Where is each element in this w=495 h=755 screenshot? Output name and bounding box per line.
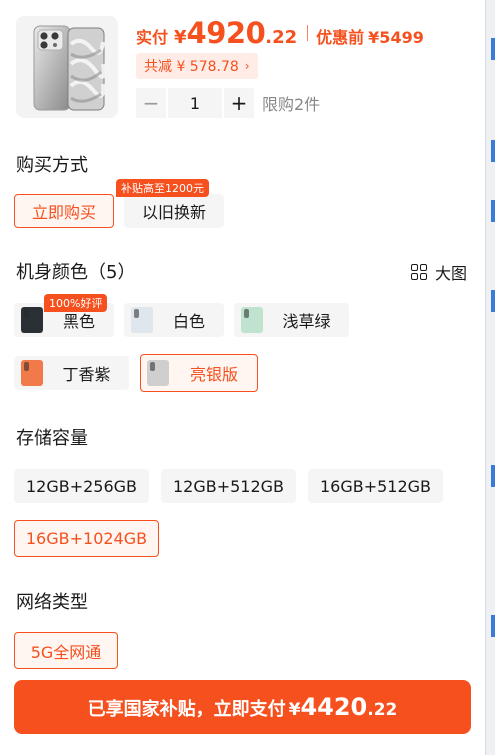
pay-now-button[interactable]: 已享国家补贴，立即支付 ¥ 4420 .22 xyxy=(14,680,471,734)
color-option-white[interactable]: 白色 xyxy=(124,303,224,337)
option-buy-now[interactable]: 立即购买 xyxy=(14,194,114,228)
pay-button-label: 已享国家补贴，立即支付 xyxy=(87,699,286,720)
edge-marker xyxy=(491,615,495,637)
before-discount-label: 优惠前 xyxy=(316,28,365,47)
purchase-method-title: 购买方式 xyxy=(16,155,88,176)
discount-detail-tag[interactable]: 共减 ¥ 578.78 › xyxy=(136,53,258,79)
color-label: 浅草绿 xyxy=(282,312,331,331)
purchase-limit: 限购2件 xyxy=(262,95,321,114)
edge-marker xyxy=(491,140,495,162)
price-line: 实付 ¥ 4920 .22 优惠前 ¥5499 xyxy=(136,16,424,50)
storage-section-title: 存储容量 xyxy=(16,428,88,449)
option-trade-in[interactable]: 以旧换新 xyxy=(124,194,224,228)
phone-image xyxy=(33,25,106,111)
pay-price-integer: 4420 xyxy=(300,693,368,721)
grid-icon xyxy=(410,264,427,280)
subsidy-badge: 补贴高至1200元 xyxy=(116,179,209,197)
quantity-input[interactable]: 1 xyxy=(168,88,222,118)
rating-badge: 100%好评 xyxy=(44,294,108,312)
color-option-silver[interactable]: 亮银版 xyxy=(140,354,258,392)
increase-button[interactable]: + xyxy=(224,88,254,118)
color-section-title: 机身颜色（5） xyxy=(16,262,136,283)
quantity-stepper: − 1 + 限购2件 xyxy=(136,88,320,118)
pay-price-decimal: .22 xyxy=(367,700,398,720)
big-picture-label: 大图 xyxy=(434,264,467,283)
edge-marker xyxy=(491,465,495,487)
storage-option-16-512[interactable]: 16GB+512GB xyxy=(308,469,443,503)
phone-swatch-icon xyxy=(21,307,43,333)
discount-text: 共减 ¥ 578.78 xyxy=(144,59,239,75)
edge-marker xyxy=(491,200,495,222)
price-divider xyxy=(307,25,309,41)
phone-swatch-icon xyxy=(131,307,153,333)
network-option-5g[interactable]: 5G全网通 xyxy=(14,632,118,669)
color-label: 白色 xyxy=(172,312,205,331)
network-section-title: 网络类型 xyxy=(16,592,88,613)
chevron-right-icon: › xyxy=(244,59,250,73)
paid-label: 实付 xyxy=(136,28,169,47)
phone-swatch-icon xyxy=(21,360,43,386)
product-thumbnail[interactable] xyxy=(16,16,118,118)
color-option-purple[interactable]: 丁香紫 xyxy=(14,356,129,390)
color-label: 亮银版 xyxy=(189,365,238,384)
edge-marker xyxy=(491,38,495,60)
phone-swatch-icon xyxy=(147,360,169,386)
product-options-panel: 实付 ¥ 4920 .22 优惠前 ¥5499 共减 ¥ 578.78 › − … xyxy=(0,0,495,755)
edge-marker xyxy=(491,290,495,312)
pay-currency: ¥ xyxy=(288,700,301,720)
price-currency: ¥ xyxy=(174,27,187,48)
price-integer: 4920 xyxy=(186,16,266,50)
color-label: 丁香紫 xyxy=(62,365,111,384)
window-right-edge xyxy=(485,0,495,755)
decrease-button[interactable]: − xyxy=(136,88,166,118)
storage-option-12-512[interactable]: 12GB+512GB xyxy=(161,469,296,503)
phone-swatch-icon xyxy=(241,307,263,333)
big-picture-button[interactable]: 大图 xyxy=(410,260,467,284)
storage-option-12-256[interactable]: 12GB+256GB xyxy=(14,469,149,503)
price-decimal: .22 xyxy=(265,27,298,48)
color-option-green[interactable]: 浅草绿 xyxy=(234,303,349,337)
before-discount-value: ¥5499 xyxy=(368,28,424,47)
storage-option-16-1024[interactable]: 16GB+1024GB xyxy=(14,520,159,557)
